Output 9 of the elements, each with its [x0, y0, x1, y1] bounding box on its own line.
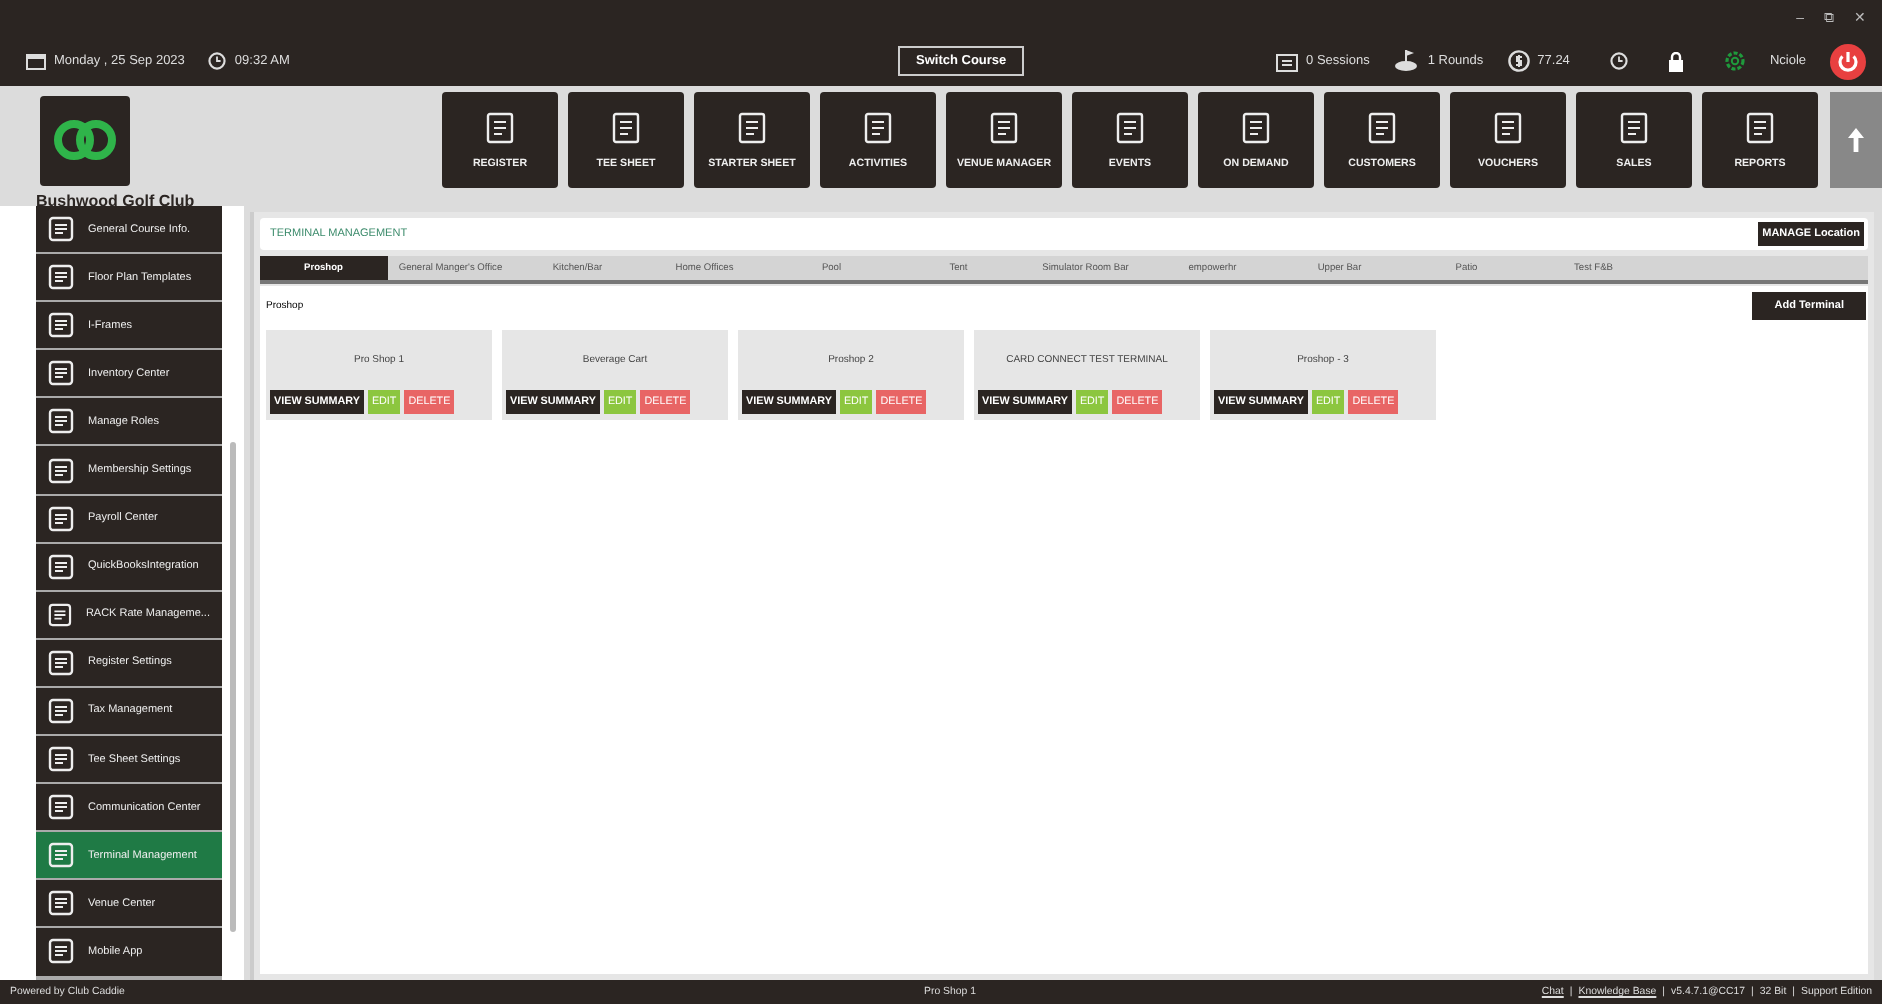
dollar-icon — [1507, 50, 1530, 72]
scroll-up-button[interactable] — [1830, 92, 1882, 188]
power-button-icon[interactable] — [1830, 43, 1866, 79]
lock-icon[interactable] — [1667, 51, 1684, 71]
up-arrow-icon — [1848, 128, 1864, 152]
logo-icon — [40, 96, 130, 186]
settings-icon[interactable] — [1723, 50, 1746, 72]
scrollbar[interactable] — [230, 442, 236, 932]
club-name: Bushwood Golf Club — [36, 192, 197, 210]
